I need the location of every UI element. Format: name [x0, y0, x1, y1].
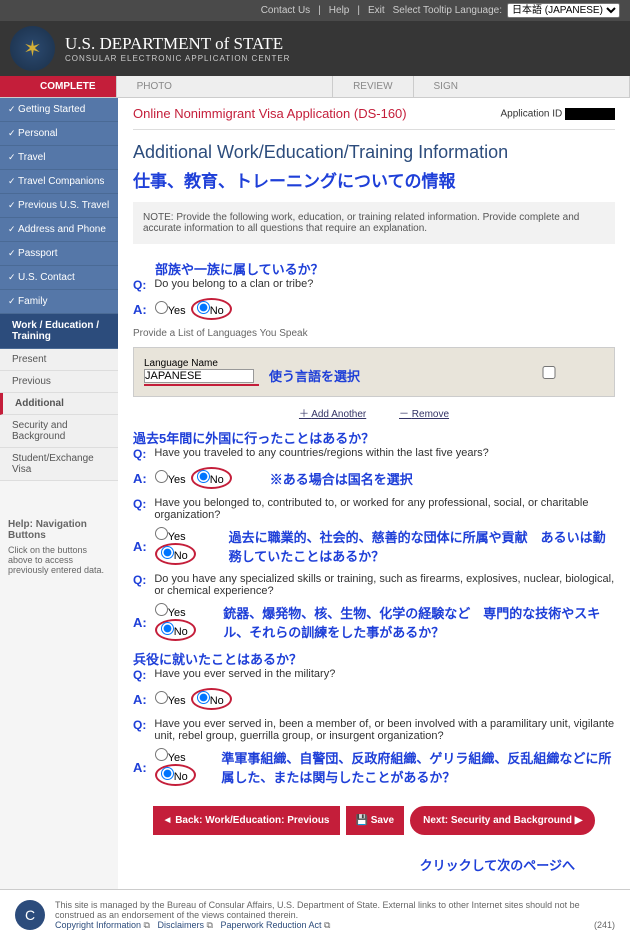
- q2-annotation: 過去5年間に外国に行ったことはあるか？: [133, 428, 615, 447]
- q5-text: Have you ever served in the military?: [154, 668, 335, 682]
- nav-prev-us-travel[interactable]: Previous U.S. Travel: [0, 194, 118, 218]
- q1-no[interactable]: [197, 301, 210, 314]
- footer-copyright[interactable]: Copyright Information: [55, 920, 141, 930]
- q2-yes[interactable]: [155, 470, 168, 483]
- nav-sub-previous[interactable]: Previous: [0, 371, 118, 393]
- q3-yes[interactable]: [155, 527, 168, 540]
- nav-sub-additional[interactable]: Additional: [0, 393, 118, 415]
- q5-annotation: 兵役に就いたことはあるか？: [133, 649, 615, 668]
- nav-personal[interactable]: Personal: [0, 122, 118, 146]
- lang-label: Select Tooltip Language:: [393, 5, 502, 16]
- q2-no[interactable]: [197, 470, 210, 483]
- add-another-link[interactable]: ＋ Add Another: [299, 409, 366, 420]
- remove-link[interactable]: － Remove: [399, 409, 449, 420]
- lang-checkbox[interactable]: [494, 366, 604, 379]
- q2-text: Have you traveled to any countries/regio…: [154, 447, 488, 461]
- tab-complete[interactable]: COMPLETE: [20, 76, 117, 97]
- nav-sub-security[interactable]: Security and Background: [0, 415, 118, 448]
- dept-subtitle: CONSULAR ELECTRONIC APPLICATION CENTER: [65, 54, 290, 63]
- tab-sign[interactable]: SIGN: [414, 76, 630, 97]
- page-heading-jp: 仕事、教育、トレーニングについての情報: [133, 167, 615, 192]
- page-heading: Additional Work/Education/Training Infor…: [133, 142, 615, 163]
- help-title: Help: Navigation Buttons: [8, 519, 110, 541]
- note-box: NOTE: Provide the following work, educat…: [133, 202, 615, 244]
- q1-yes[interactable]: [155, 301, 168, 314]
- next-annotation: クリックして次のページへ: [133, 855, 575, 874]
- tab-photo[interactable]: PHOTO: [117, 76, 334, 97]
- nav-passport[interactable]: Passport: [0, 242, 118, 266]
- help-link[interactable]: Help: [329, 5, 350, 16]
- q6-no[interactable]: [161, 767, 174, 780]
- nav-address-phone[interactable]: Address and Phone: [0, 218, 118, 242]
- nav-sub-student[interactable]: Student/Exchange Visa: [0, 448, 118, 481]
- footer-disclaimers[interactable]: Disclaimers: [157, 920, 204, 930]
- q6-yes[interactable]: [155, 748, 168, 761]
- q4-text: Do you have any specialized skills or tr…: [154, 573, 615, 597]
- q1-annotation: 部族や一族に属しているか？: [155, 259, 615, 278]
- q6-annotation: 準軍事組織、自警団、反政府組織、ゲリラ組織、反乱組織などに所属した、または関与し…: [221, 748, 615, 786]
- language-select[interactable]: 日本語 (JAPANESE): [507, 3, 620, 18]
- q5-yes[interactable]: [155, 691, 168, 704]
- nav-us-contact[interactable]: U.S. Contact: [0, 266, 118, 290]
- footer-num: (241): [594, 920, 615, 930]
- q2-annotation2: ※ある場合は国名を選択: [270, 469, 413, 488]
- q3-text: Have you belonged to, contributed to, or…: [154, 497, 615, 521]
- tab-review[interactable]: REVIEW: [333, 76, 413, 97]
- nav-travel[interactable]: Travel: [0, 146, 118, 170]
- nav-sub-present[interactable]: Present: [0, 349, 118, 371]
- contact-link[interactable]: Contact Us: [261, 5, 310, 16]
- app-id-value: [565, 108, 615, 120]
- nav-family[interactable]: Family: [0, 290, 118, 314]
- app-id-label: Application ID: [501, 108, 563, 119]
- lang-section-label: Provide a List of Languages You Speak: [133, 328, 615, 339]
- dept-title: U.S. DEPARTMENT of STATE: [65, 34, 290, 54]
- footer-text: This site is managed by the Bureau of Co…: [55, 900, 580, 920]
- next-button[interactable]: Next: Security and Background ▶: [410, 806, 595, 835]
- q-label: Q:: [133, 278, 146, 292]
- footer-paperwork[interactable]: Paperwork Reduction Act: [220, 920, 321, 930]
- lang-annotation: 使う言語を選択: [269, 366, 360, 385]
- q5-no[interactable]: [197, 691, 210, 704]
- back-button[interactable]: ◄ Back: Work/Education: Previous: [153, 806, 340, 835]
- q4-yes[interactable]: [155, 603, 168, 616]
- q3-no[interactable]: [161, 546, 174, 559]
- nav-travel-companions[interactable]: Travel Companions: [0, 170, 118, 194]
- nav-work-edu[interactable]: Work / Education / Training: [0, 314, 118, 349]
- q1-text: Do you belong to a clan or tribe?: [154, 278, 313, 292]
- app-title: Online Nonimmigrant Visa Application (DS…: [133, 106, 407, 121]
- exit-link[interactable]: Exit: [368, 5, 385, 16]
- nav-getting-started[interactable]: Getting Started: [0, 98, 118, 122]
- q6-text: Have you ever served in, been a member o…: [154, 718, 615, 742]
- footer-badge-icon: C: [15, 900, 45, 930]
- help-text: Click on the buttons above to access pre…: [8, 545, 104, 575]
- q3-annotation: 過去に職業的、社会的、慈善的な団体に所属や貢献 あるいは勤務していたことはあるか…: [229, 527, 615, 565]
- save-button[interactable]: 💾 Save: [346, 806, 405, 835]
- language-input[interactable]: [144, 369, 254, 383]
- q4-annotation: 銃器、爆発物、核、生物、化学の経験など 専門的な技術やスキル、それらの訓練をした…: [223, 603, 615, 641]
- a-label: A:: [133, 302, 147, 317]
- state-seal-icon: ✶: [10, 26, 55, 71]
- q4-no[interactable]: [161, 622, 174, 635]
